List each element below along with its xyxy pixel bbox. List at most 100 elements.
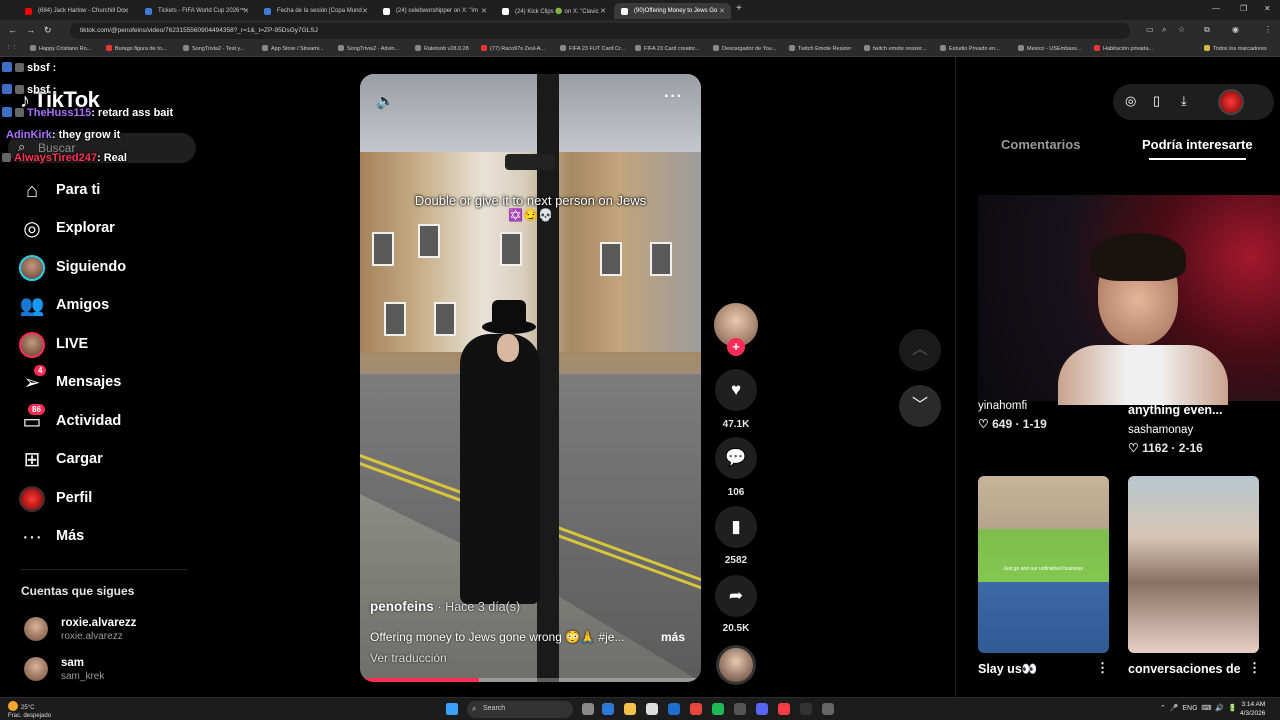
explorer-icon[interactable] (624, 703, 636, 715)
extensions-icon[interactable]: ⧉ (1204, 25, 1210, 35)
browser-tab-active[interactable]: (90)Offering Money to Jews Go ✕ (614, 3, 731, 19)
video-thumbnail[interactable]: Just go and our unfinished business (978, 476, 1109, 653)
more-options-icon[interactable]: ⋮ (1096, 660, 1109, 676)
bookmark[interactable]: SongTrivia2 - Advin... (338, 45, 399, 52)
close-window-icon[interactable]: ✕ (1264, 4, 1271, 13)
clock[interactable]: 3:14 AM 4/3/2026 (1240, 700, 1265, 718)
bookmark[interactable]: Descargador de You... (713, 45, 776, 52)
video-progress-bar[interactable] (360, 678, 701, 682)
phone-icon[interactable]: ▯ (1153, 93, 1160, 109)
weather-widget[interactable]: 25°C Frac. despejado (8, 701, 51, 720)
reload-icon[interactable]: ↻ (44, 25, 52, 36)
music-icon[interactable] (778, 703, 790, 715)
bookmark[interactable]: Burago figura de to... (106, 45, 166, 52)
task-view-icon[interactable] (582, 703, 594, 715)
close-icon[interactable]: ✕ (719, 7, 725, 15)
sidebar-item-para-ti[interactable]: ⌂ Para ti (18, 177, 188, 205)
video-thumbnail[interactable] (1128, 476, 1259, 653)
back-icon[interactable]: ← (8, 25, 17, 35)
volume-icon[interactable]: 🔈 (376, 92, 395, 110)
more-options-icon[interactable]: ⋮ (1248, 660, 1261, 676)
sidebar-item-mensajes[interactable]: ➢ 4 Mensajes (18, 365, 188, 397)
share-button[interactable]: ➦ (715, 575, 757, 617)
maximize-icon[interactable]: ❐ (1240, 4, 1247, 13)
profile-avatar[interactable] (1218, 89, 1244, 115)
browser-tab[interactable]: Tickets - FIFA World Cup 2026™ ✕ (138, 3, 255, 19)
browser-tab[interactable]: (24) Kick Clips 🟢 on X: "Clavic ✕ (495, 3, 612, 19)
bookmark[interactable]: Happy Cristiano Ro... (30, 45, 91, 52)
windows-start-icon[interactable] (446, 703, 458, 715)
music-disc[interactable] (716, 645, 756, 685)
sidebar-item-perfil[interactable]: Perfil (18, 485, 188, 513)
card-title[interactable]: Slay us👀 (978, 662, 1037, 677)
previous-video-button[interactable]: ︿ (899, 329, 941, 371)
sidebar-item-siguiendo[interactable]: Siguiendo (18, 254, 188, 282)
more-button[interactable]: más (661, 630, 685, 644)
bookmark-star-icon[interactable]: ☆ (1178, 25, 1185, 34)
card-title[interactable]: anything even... (1128, 403, 1222, 417)
discord-icon[interactable] (756, 703, 768, 715)
bookmark[interactable]: Estudio Privado en... (940, 45, 1000, 52)
zoom-icon[interactable]: ⌕ (1162, 25, 1166, 35)
taskbar-search[interactable]: ⌕ Search (467, 701, 573, 718)
sidebar-item-actividad[interactable]: ▭ 86 Actividad (18, 404, 188, 436)
followed-account[interactable]: roxie.alvarezz roxie.alvarezz (24, 615, 194, 645)
card-author[interactable]: yinahomfi (978, 400, 1027, 412)
tab-podria-interesarte[interactable]: Podría interesarte (1142, 137, 1253, 152)
sidebar-item-live[interactable]: LIVE (18, 331, 188, 359)
close-icon[interactable]: ✕ (123, 7, 129, 15)
bookmark[interactable]: Mexico - USEmbass... (1018, 45, 1081, 52)
profile-icon[interactable]: ◉ (1232, 25, 1239, 34)
video-author[interactable]: penofeins · Hace 3 día(s) (370, 599, 520, 614)
browser-tab[interactable]: Fecha de la sesión [Copa Mund ✕ (257, 3, 374, 19)
sidebar-item-explorar[interactable]: ◎ Explorar (18, 215, 188, 243)
more-options-icon[interactable]: ··· (664, 88, 683, 106)
app-icon[interactable] (734, 703, 746, 715)
close-icon[interactable]: ✕ (600, 7, 606, 15)
close-icon[interactable]: ✕ (481, 7, 487, 15)
sidebar-item-mas[interactable]: ··· Más (18, 523, 188, 551)
bookmark[interactable]: SongTrivia2 - Test y... (183, 45, 244, 52)
download-icon[interactable]: ⤓ (1181, 93, 1187, 109)
video-player[interactable]: 🔈 ··· Double or give it to next person o… (360, 74, 701, 682)
close-icon[interactable]: ✕ (362, 7, 368, 15)
close-icon[interactable]: ✕ (243, 7, 249, 15)
minimize-icon[interactable]: — (1212, 4, 1220, 13)
new-tab-icon[interactable]: + (736, 3, 742, 14)
tab-comentarios[interactable]: Comentarios (1001, 137, 1080, 152)
menu-icon[interactable]: ⋮ (1264, 25, 1272, 34)
follow-button[interactable]: + (727, 338, 745, 356)
bookmark[interactable]: App Store / Streami... (262, 45, 324, 52)
next-video-button[interactable]: ﹀ (899, 385, 941, 427)
browser-tab[interactable]: (684) Jack Harlow - Churchill Do ✕ (18, 3, 135, 19)
bookmark[interactable]: FIFA 23 Card creator... (635, 45, 699, 52)
save-button[interactable]: ▮ (715, 506, 757, 548)
card-title[interactable]: conversaciones de (1128, 662, 1241, 676)
comment-button[interactable]: 💬 (715, 437, 757, 479)
all-bookmarks[interactable]: Todos los marcadores (1204, 45, 1267, 52)
compass-icon[interactable]: ◎ (1125, 93, 1136, 109)
sidebar-item-amigos[interactable]: 👥 Amigos (18, 292, 188, 320)
system-tray[interactable]: ⌃ 🎤 ENG ⌨ 🔊 🔋 (1160, 704, 1237, 712)
store-icon[interactable] (646, 703, 658, 715)
browser-tab[interactable]: (24) celebworshipper on X: "im ✕ (376, 3, 493, 19)
bookmark[interactable]: twitch emote resizer... (864, 45, 926, 52)
edge-icon[interactable] (602, 703, 614, 715)
cast-icon[interactable]: ▭ (1146, 25, 1154, 34)
sidebar-item-cargar[interactable]: ⊞ Cargar (18, 446, 188, 474)
forward-icon[interactable]: → (26, 25, 35, 35)
url-field[interactable]: tiktok.com/@penofeins/video/762315556090… (70, 23, 1130, 39)
app-icon[interactable] (822, 703, 834, 715)
card-author[interactable]: sashamonay (1128, 424, 1193, 436)
mail-icon[interactable] (668, 703, 680, 715)
bookmark[interactable]: FIFA 23 FUT Card Cr... (560, 45, 625, 52)
spotify-icon[interactable] (712, 703, 724, 715)
obs-icon[interactable] (800, 703, 812, 715)
like-button[interactable]: ♥ (715, 369, 757, 411)
apps-icon[interactable]: ⋮⋮ (6, 45, 17, 51)
bookmark[interactable]: Raletoob v28.0.28 (415, 45, 469, 52)
chrome-icon[interactable] (690, 703, 702, 715)
bookmark[interactable]: (77) Raco97s Zesl-A... (481, 45, 545, 52)
bookmark[interactable]: Twitch Emote Resizer (789, 45, 851, 52)
translate-link[interactable]: Ver traducción (370, 651, 447, 665)
